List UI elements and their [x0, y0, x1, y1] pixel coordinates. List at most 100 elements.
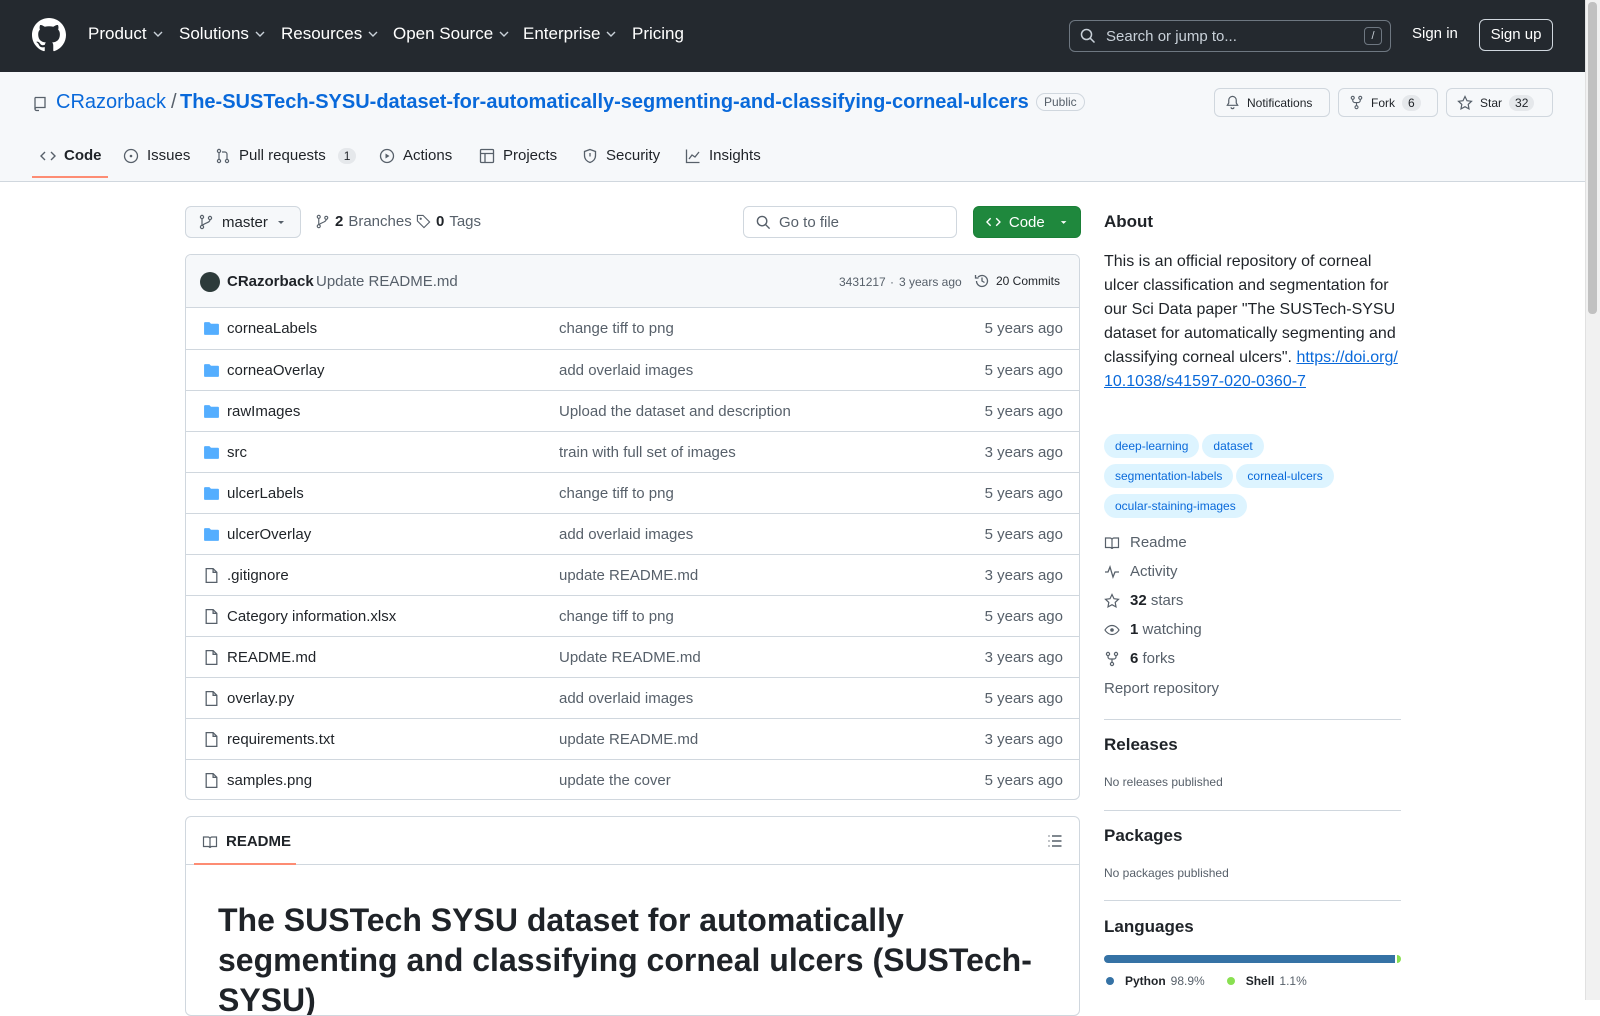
github-logo-icon[interactable]	[32, 18, 66, 52]
tab-actions[interactable]: Actions	[379, 147, 452, 164]
fork-label: Fork	[1371, 95, 1395, 110]
tag-icon	[416, 214, 431, 229]
notifications-button[interactable]: Notifications	[1214, 88, 1330, 117]
file-commit-message[interactable]: change tiff to png	[559, 320, 674, 337]
tab-security[interactable]: Security	[582, 147, 660, 164]
search-input[interactable]: Search or jump to... /	[1069, 20, 1391, 52]
file-name-link[interactable]: .gitignore	[227, 567, 289, 584]
file-commit-message[interactable]: change tiff to png	[559, 485, 674, 502]
issue-icon	[123, 148, 139, 163]
file-row[interactable]: .gitignore update README.md 3 years ago	[186, 554, 1079, 595]
file-name-link[interactable]: samples.png	[227, 772, 312, 789]
readme-tab-label: README	[226, 833, 292, 850]
file-row[interactable]: README.md Update README.md 3 years ago	[186, 636, 1079, 677]
repo-name-link[interactable]: The-SUSTech-SYSU-dataset-for-automatical…	[180, 91, 1029, 114]
file-row[interactable]: ulcerLabels change tiff to png 5 years ago	[186, 472, 1079, 513]
file-commit-message[interactable]: change tiff to png	[559, 608, 674, 625]
releases-heading[interactable]: Releases	[1104, 735, 1178, 755]
commit-message[interactable]: Update README.md	[316, 273, 458, 290]
file-commit-age: 5 years ago	[984, 362, 1063, 379]
file-name-link[interactable]: overlay.py	[227, 690, 294, 707]
language-name: Python	[1125, 974, 1166, 988]
nav-label: Product	[88, 24, 147, 43]
file-name-link[interactable]: requirements.txt	[227, 731, 335, 748]
report-repository-link[interactable]: Report repository	[1104, 680, 1219, 697]
avatar[interactable]	[200, 272, 220, 292]
file-name-link[interactable]: Category information.xlsx	[227, 608, 396, 625]
tab-issues[interactable]: Issues	[123, 147, 190, 164]
nav-open-source[interactable]: Open Source	[393, 24, 509, 44]
file-commit-message[interactable]: Update README.md	[559, 649, 701, 666]
file-name-link[interactable]: ulcerLabels	[227, 485, 304, 502]
commits-link[interactable]: 20 Commits	[974, 273, 1060, 289]
scrollbar-thumb[interactable]	[1588, 2, 1597, 314]
file-commit-message[interactable]: train with full set of images	[559, 444, 736, 461]
topic-tag[interactable]: deep-learning	[1104, 434, 1200, 458]
sign-in-link[interactable]: Sign in	[1412, 25, 1458, 42]
readme-tab[interactable]: README	[202, 833, 291, 850]
shield-icon	[583, 148, 597, 163]
nav-pricing[interactable]: Pricing	[632, 24, 684, 44]
file-row[interactable]: samples.png update the cover 5 years ago	[186, 759, 1079, 799]
file-commit-message[interactable]: add overlaid images	[559, 362, 693, 379]
file-commit-message[interactable]: update the cover	[559, 772, 671, 789]
stars-link[interactable]: 32 stars	[1104, 592, 1183, 609]
file-name-link[interactable]: src	[227, 444, 247, 461]
nav-solutions[interactable]: Solutions	[179, 24, 265, 44]
file-name-link[interactable]: corneaOverlay	[227, 362, 325, 379]
fork-button[interactable]: Fork 6	[1338, 88, 1438, 117]
outline-list-icon[interactable]	[1047, 833, 1063, 849]
nav-enterprise[interactable]: Enterprise	[523, 24, 616, 44]
tags-link[interactable]: 0 Tags	[416, 213, 481, 230]
file-name-link[interactable]: README.md	[227, 649, 316, 666]
star-button[interactable]: Star 32	[1446, 88, 1553, 117]
file-row[interactable]: overlay.py add overlaid images 5 years ago	[186, 677, 1079, 718]
sign-up-button[interactable]: Sign up	[1479, 19, 1553, 51]
tab-projects[interactable]: Projects	[479, 147, 557, 164]
code-dropdown-button[interactable]: Code	[973, 206, 1081, 238]
file-row[interactable]: Category information.xlsx change tiff to …	[186, 595, 1079, 636]
topic-tag[interactable]: ocular-staining-images	[1104, 494, 1247, 518]
file-icon	[205, 608, 218, 625]
repo-owner-link[interactable]: CRazorback	[56, 91, 166, 114]
watching-link[interactable]: 1 watching	[1104, 621, 1202, 638]
nav-resources[interactable]: Resources	[281, 24, 378, 44]
file-name-link[interactable]: rawImages	[227, 403, 300, 420]
file-commit-message[interactable]: add overlaid images	[559, 526, 693, 543]
file-name-link[interactable]: corneaLabels	[227, 320, 317, 337]
file-row[interactable]: src train with full set of images 3 years …	[186, 431, 1079, 472]
commit-hash[interactable]: 3431217	[839, 275, 886, 289]
tab-code[interactable]: Code	[40, 147, 102, 164]
search-shortcut-key: /	[1364, 27, 1382, 45]
tab-pull-requests[interactable]: Pull requests 1	[215, 147, 357, 164]
language-item[interactable]: Shell 1.1%	[1226, 974, 1307, 988]
file-commit-message[interactable]: add overlaid images	[559, 690, 693, 707]
nav-product[interactable]: Product	[88, 24, 163, 44]
readme-link[interactable]: Readme	[1104, 534, 1187, 551]
topic-tag[interactable]: segmentation-labels	[1104, 464, 1234, 488]
topic-tag[interactable]: dataset	[1202, 434, 1264, 458]
file-row[interactable]: corneaLabels change tiff to png 5 years ag…	[186, 308, 1079, 349]
file-name-link[interactable]: ulcerOverlay	[227, 526, 311, 543]
go-to-file-input[interactable]: Go to file	[743, 206, 957, 238]
commit-author[interactable]: CRazorback	[227, 273, 314, 290]
file-commit-message[interactable]: update README.md	[559, 731, 698, 748]
file-row[interactable]: rawImages Upload the dataset and descript…	[186, 390, 1079, 431]
topic-tag[interactable]: corneal-ulcers	[1236, 464, 1334, 488]
branch-select[interactable]: master	[185, 206, 301, 238]
file-commit-age: 3 years ago	[984, 567, 1063, 584]
language-bar-segment	[1104, 955, 1395, 963]
file-row[interactable]: corneaOverlay add overlaid images 5 years …	[186, 349, 1079, 390]
file-row[interactable]: ulcerOverlay add overlaid images 5 years a…	[186, 513, 1079, 554]
file-commit-message[interactable]: Upload the dataset and description	[559, 403, 791, 420]
branch-name: master	[222, 213, 268, 231]
file-row[interactable]: requirements.txt update README.md 3 years …	[186, 718, 1079, 759]
file-commit-message[interactable]: update README.md	[559, 567, 698, 584]
branches-link[interactable]: 2 Branches	[315, 213, 412, 230]
activity-link[interactable]: Activity	[1104, 563, 1178, 580]
tab-insights[interactable]: Insights	[685, 147, 761, 164]
language-item[interactable]: Python 98.9%	[1106, 974, 1205, 988]
forks-link[interactable]: 6 forks	[1104, 650, 1175, 667]
history-icon	[974, 274, 989, 288]
packages-heading[interactable]: Packages	[1104, 826, 1182, 846]
